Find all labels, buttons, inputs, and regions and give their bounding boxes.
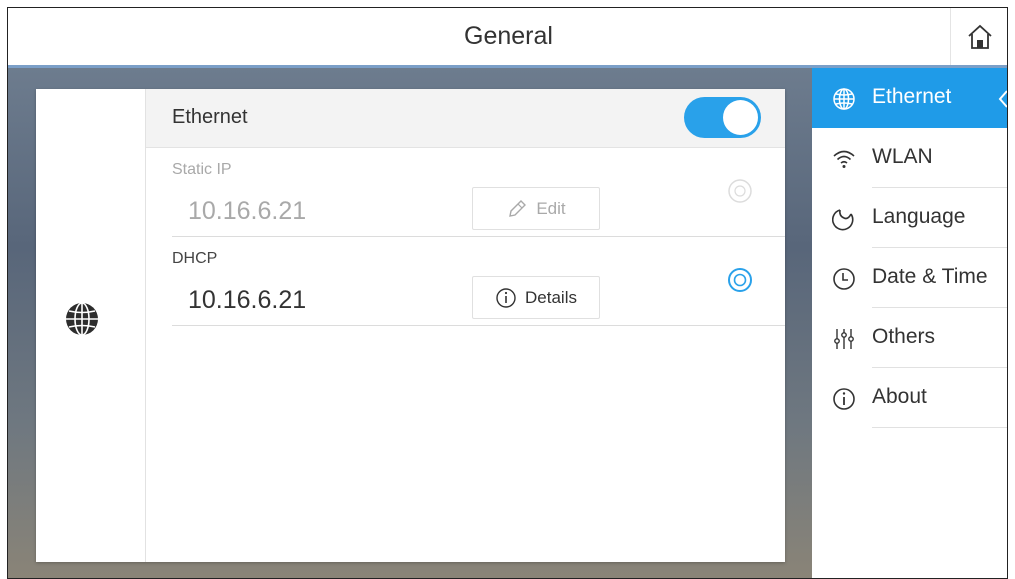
dhcp-radio[interactable] — [727, 267, 753, 293]
sidebar-item-ethernet[interactable]: Ethernet — [812, 68, 1007, 128]
globe-icon — [66, 302, 98, 336]
home-icon — [968, 24, 992, 49]
ethernet-label: Ethernet — [172, 106, 248, 128]
header-bar: General — [8, 8, 1007, 68]
page-title: General — [464, 22, 553, 50]
sidebar-item-label: About — [872, 385, 927, 408]
sidebar-item-label: Ethernet — [872, 85, 952, 108]
sidebar-item-label: Date & Time — [872, 265, 988, 288]
info-icon — [496, 287, 516, 308]
static-ip-label: Static IP — [172, 161, 232, 178]
app-window: General Ethernet Static IP 10.16.6.21 Ed… — [7, 7, 1008, 579]
dhcp-option[interactable]: DHCP 10.16.6.21 Details — [172, 237, 785, 326]
sidebar-item-label: Others — [872, 325, 936, 348]
sidebar-item-date-time[interactable]: Date & Time — [812, 248, 1007, 308]
clock-icon — [833, 268, 855, 290]
divider — [872, 427, 1007, 428]
static-ip-option[interactable]: Static IP 10.16.6.21 Edit — [172, 148, 785, 237]
sidebar-item-others[interactable]: Others — [812, 308, 1007, 368]
ethernet-card: Ethernet Static IP 10.16.6.21 Edit DHCP … — [36, 89, 785, 562]
card-content: Ethernet Static IP 10.16.6.21 Edit DHCP … — [146, 89, 785, 562]
settings-sidebar: Ethernet WLAN Language Date & Time Other… — [812, 68, 1007, 578]
ethernet-toggle-row: Ethernet — [146, 89, 785, 148]
details-button-label: Details — [525, 287, 577, 307]
sidebar-item-wlan[interactable]: WLAN — [812, 128, 1007, 188]
edit-button[interactable]: Edit — [472, 187, 600, 230]
sidebar-item-language[interactable]: Language — [812, 188, 1007, 248]
card-icon-panel — [36, 89, 146, 562]
edit-button-label: Edit — [536, 198, 566, 218]
wifi-icon — [833, 150, 855, 168]
dhcp-label: DHCP — [172, 250, 218, 267]
toggle-knob — [723, 100, 758, 135]
ethernet-toggle[interactable] — [684, 97, 761, 138]
sidebar-item-label: WLAN — [872, 145, 933, 168]
static-ip-value: 10.16.6.21 — [188, 197, 307, 225]
chevron-left-icon — [998, 90, 1007, 108]
language-icon — [832, 209, 854, 231]
pencil-icon — [509, 199, 527, 217]
info-icon — [833, 388, 855, 410]
static-ip-radio[interactable] — [727, 178, 753, 204]
sidebar-item-about[interactable]: About — [812, 368, 1007, 428]
sliders-icon — [834, 329, 854, 349]
home-button[interactable] — [950, 8, 1007, 65]
details-button[interactable]: Details — [472, 276, 600, 319]
globe-icon — [833, 88, 855, 110]
dhcp-ip-value: 10.16.6.21 — [188, 286, 307, 314]
sidebar-item-label: Language — [872, 205, 966, 228]
